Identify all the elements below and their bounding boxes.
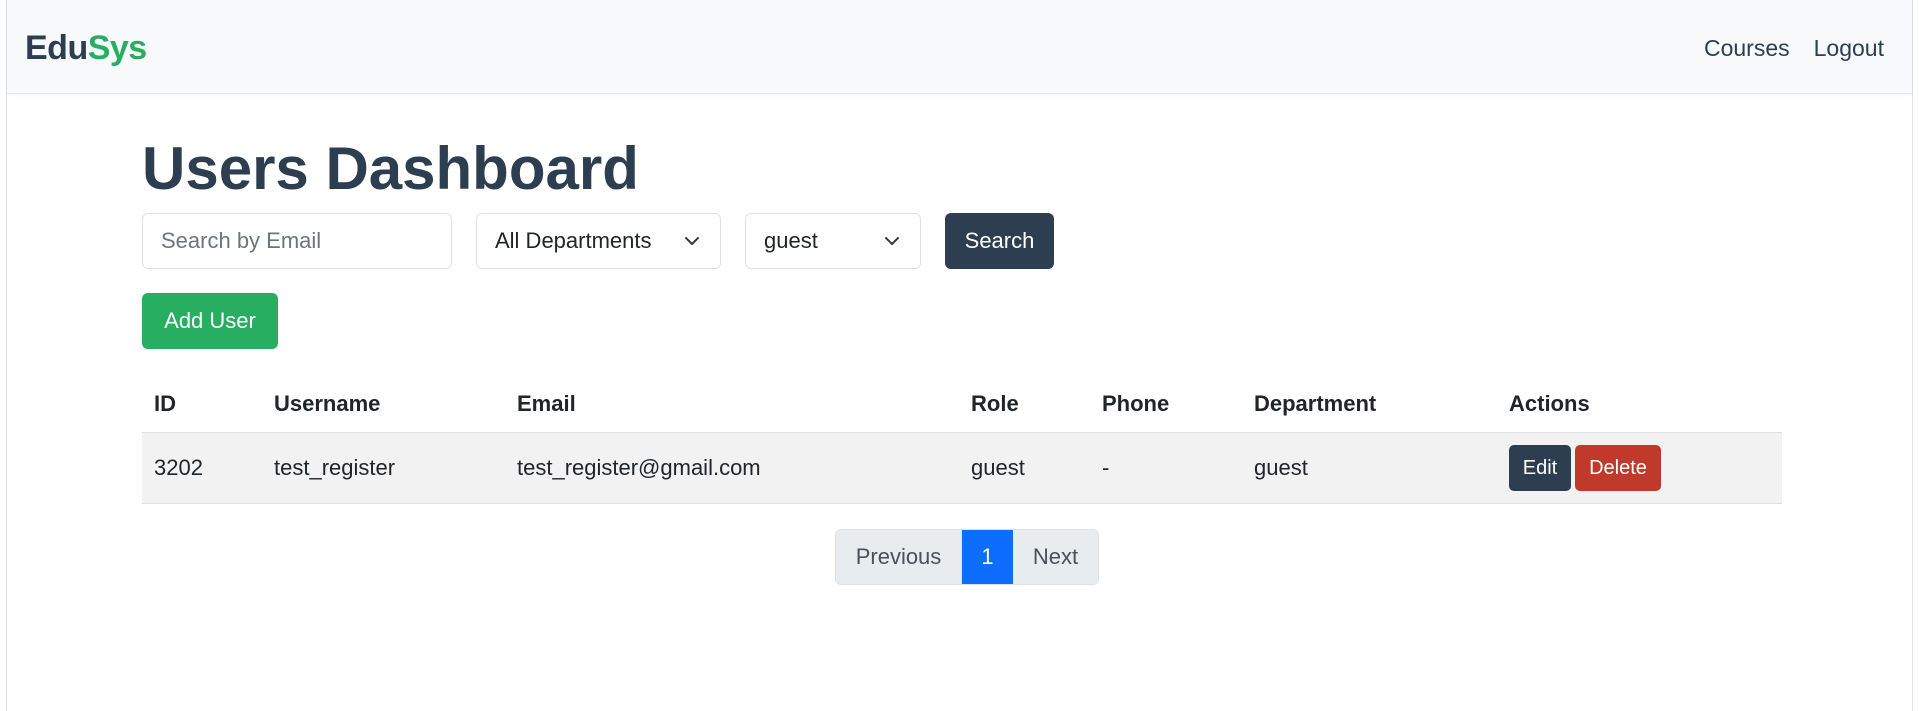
app-frame: EduSys Courses Logout Users Dashboard Al…	[6, 0, 1913, 711]
add-user-button[interactable]: Add User	[142, 293, 278, 349]
cell-role: guest	[959, 432, 1090, 504]
chevron-down-icon	[885, 237, 899, 245]
cell-id: 3202	[142, 432, 262, 504]
column-header-department: Department	[1242, 375, 1497, 433]
column-header-id: ID	[142, 375, 262, 433]
page-title: Users Dashboard	[142, 135, 639, 202]
nav-links: Courses Logout	[1704, 33, 1884, 63]
search-email-input[interactable]	[142, 213, 452, 269]
department-select-value: All Departments	[495, 228, 652, 253]
brand-logo-part1: Edu	[25, 29, 88, 67]
brand-logo[interactable]: EduSys	[25, 28, 147, 68]
filter-bar: All Departments guest Search	[142, 213, 1054, 269]
role-select[interactable]: guest	[745, 213, 921, 269]
column-header-role: Role	[959, 375, 1090, 433]
column-header-email: Email	[505, 375, 959, 433]
delete-user-button[interactable]: Delete	[1575, 445, 1661, 491]
pagination-next[interactable]: Next	[1013, 530, 1098, 584]
column-header-username: Username	[262, 375, 505, 433]
edit-user-button[interactable]: Edit	[1509, 445, 1571, 491]
pagination-page-1[interactable]: 1	[962, 530, 1013, 584]
column-header-actions: Actions	[1497, 375, 1782, 433]
table-row: 3202 test_register test_register@gmail.c…	[142, 432, 1782, 504]
nav-link-courses[interactable]: Courses	[1704, 33, 1790, 63]
table-header-row: ID Username Email Role Phone Department …	[142, 375, 1782, 433]
pagination-previous[interactable]: Previous	[836, 530, 962, 584]
pagination: Previous 1 Next	[835, 529, 1099, 585]
cell-email: test_register@gmail.com	[505, 432, 959, 504]
users-table: ID Username Email Role Phone Department …	[142, 375, 1782, 504]
cell-department: guest	[1242, 432, 1497, 504]
brand-logo-part2: Sys	[87, 29, 148, 67]
cell-username: test_register	[262, 432, 505, 504]
chevron-down-icon	[685, 237, 699, 245]
column-header-phone: Phone	[1090, 375, 1242, 433]
department-select[interactable]: All Departments	[476, 213, 721, 269]
navbar: EduSys Courses Logout	[7, 0, 1912, 94]
search-button[interactable]: Search	[945, 213, 1054, 269]
cell-actions: Edit Delete	[1497, 432, 1782, 504]
cell-phone: -	[1090, 432, 1242, 504]
role-select-value: guest	[764, 228, 818, 253]
nav-link-logout[interactable]: Logout	[1814, 33, 1884, 63]
